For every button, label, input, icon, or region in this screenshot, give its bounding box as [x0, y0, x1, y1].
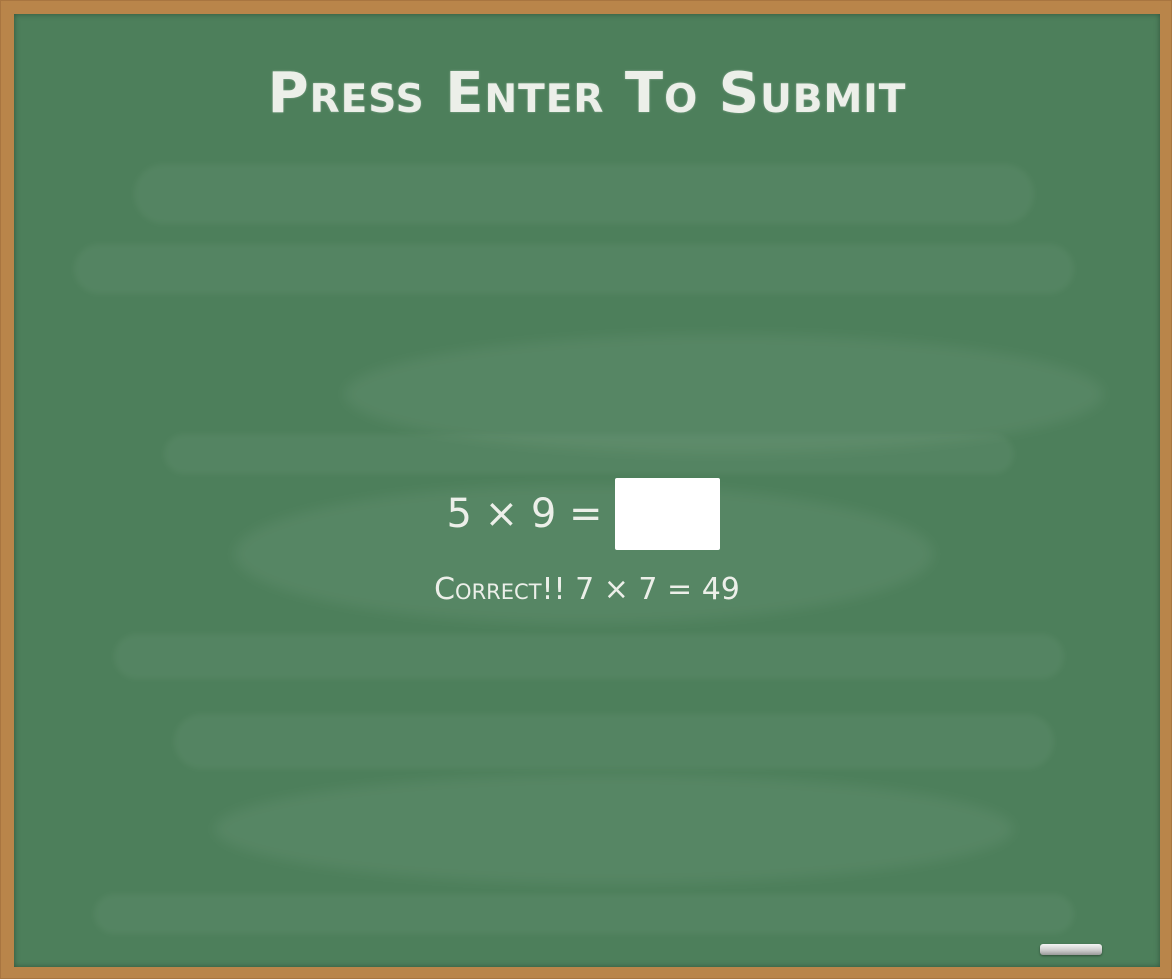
- page-title: Press Enter To Submit: [267, 61, 907, 126]
- chalk-smudge: [94, 894, 1074, 934]
- chalk-eraser: [1040, 944, 1102, 955]
- chalkboard: Press Enter To Submit 5 × 9 = Correct!! …: [14, 14, 1160, 967]
- chalk-smudge: [174, 714, 1054, 769]
- chalk-smudge: [74, 244, 1074, 294]
- chalk-smudge: [214, 774, 1014, 884]
- problem-row: 5 × 9 =: [14, 477, 1160, 551]
- equation-text: 5 × 9 =: [446, 491, 603, 537]
- chalk-smudge: [134, 164, 1034, 224]
- chalkboard-frame: Press Enter To Submit 5 × 9 = Correct!! …: [0, 0, 1172, 979]
- feedback-message: Correct!! 7 × 7 = 49: [434, 572, 740, 607]
- answer-input[interactable]: [614, 478, 720, 550]
- chalk-smudge: [114, 634, 1064, 679]
- chalk-smudge: [164, 434, 1014, 474]
